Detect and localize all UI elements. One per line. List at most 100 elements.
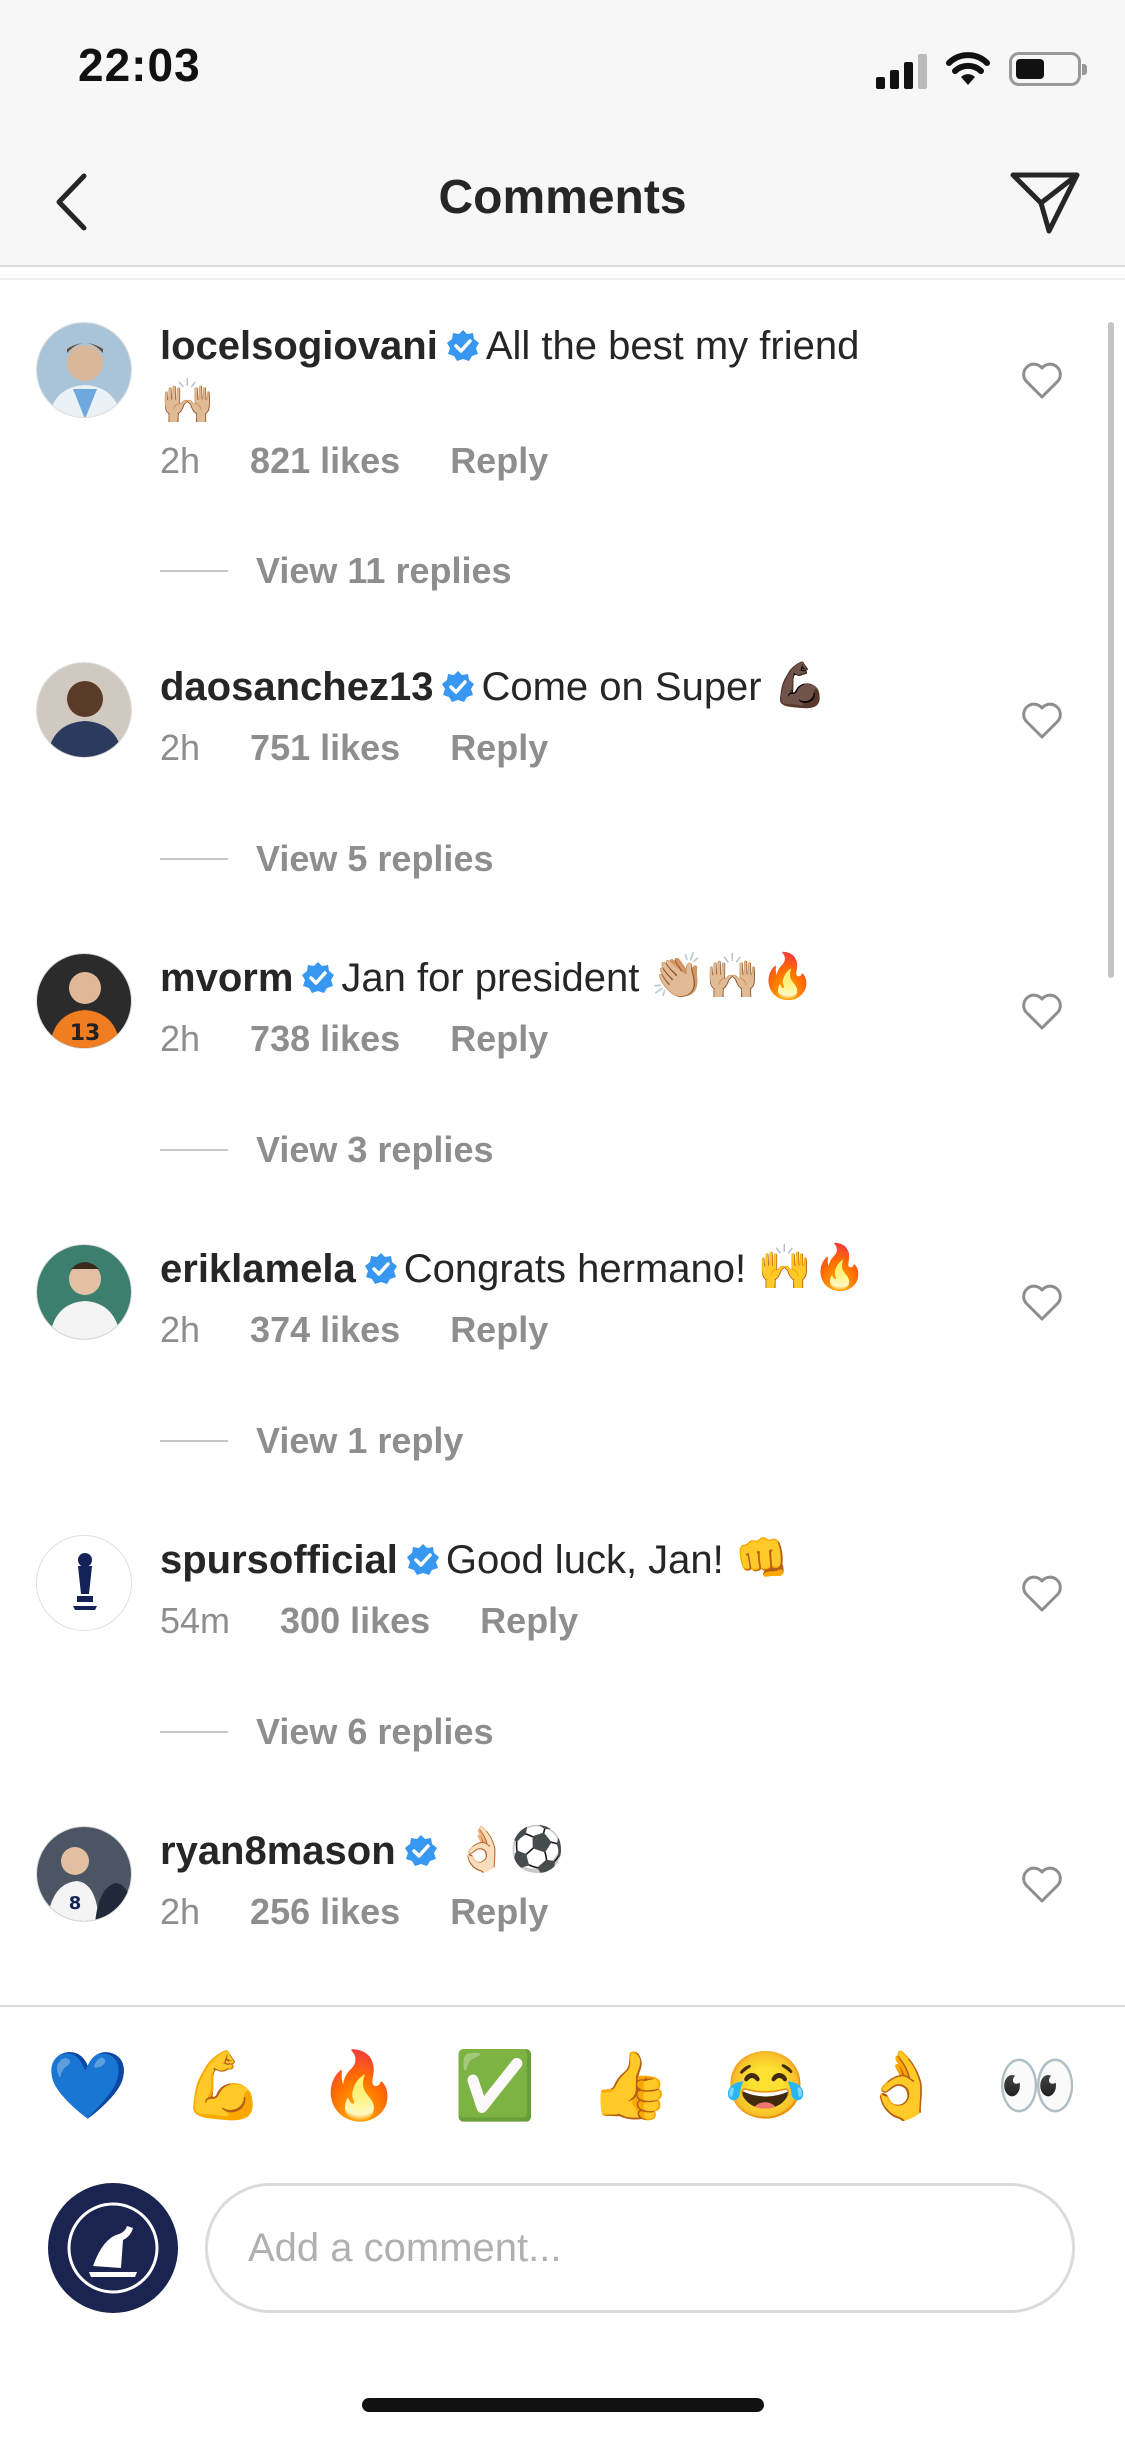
view-replies-button[interactable]: View 1 reply [160, 1420, 463, 1462]
replies-divider [160, 570, 228, 572]
comment-text: locelsogiovani All the best my friend 🙌🏼 [160, 318, 920, 431]
comment-emoji: 🙌🔥 [757, 1243, 867, 1292]
quick-emoji-blue-heart[interactable]: 💙 [43, 2047, 133, 2125]
comment-text: spursofficial Good luck, Jan! 👊 [160, 1531, 920, 1588]
page-title: Comments [438, 171, 687, 224]
quick-emoji-bar: 💙 💪 🔥 ✅ 👍 😂 👌 👀 [0, 2047, 1125, 2125]
view-replies-button[interactable]: View 3 replies [160, 1129, 493, 1171]
like-heart-icon[interactable] [1020, 1282, 1064, 1322]
comment-body: Come on Super [481, 665, 762, 709]
avatar[interactable] [36, 1535, 132, 1631]
reply-button[interactable]: Reply [450, 1891, 548, 1933]
status-bar: 22:03 [0, 0, 1125, 140]
comment-text: ryan8mason 👌🏻⚽ [160, 1822, 920, 1879]
share-button[interactable] [1003, 160, 1087, 244]
view-replies-button[interactable]: View 6 replies [160, 1711, 493, 1753]
comment-username[interactable]: spursofficial [160, 1538, 398, 1582]
comment-likes[interactable]: 738 likes [250, 1018, 400, 1060]
comment-time: 2h [160, 440, 201, 481]
comment-meta: 2h 821 likes Reply [160, 440, 548, 482]
comment-username[interactable]: mvorm [160, 956, 293, 1000]
reply-button[interactable]: Reply [450, 727, 548, 769]
replies-divider [160, 1440, 228, 1442]
view-replies-label: View 1 reply [256, 1420, 464, 1461]
replies-divider [160, 1149, 228, 1151]
comment-emoji: 👊 [734, 1534, 790, 1583]
avatar[interactable]: 8 [36, 1826, 132, 1922]
reply-button[interactable]: Reply [480, 1600, 578, 1642]
comment-item: spursofficial Good luck, Jan! 👊 54m 300 l… [0, 1493, 1125, 1793]
cellular-signal-icon [876, 49, 927, 89]
comment-item: eriklamela Congrats hermano! 🙌🔥 2h 374 li… [0, 1202, 1125, 1502]
quick-emoji-tears-of-joy[interactable]: 😂 [721, 2047, 811, 2125]
comment-body: Congrats hermano! [403, 1247, 747, 1291]
comment-meta: 2h 374 likes Reply [160, 1309, 548, 1351]
comments-list[interactable]: locelsogiovani All the best my friend 🙌🏼 2… [0, 280, 1125, 2005]
comment-meta: 2h 256 likes Reply [160, 1891, 548, 1933]
reply-button[interactable]: Reply [450, 440, 548, 482]
comment-emoji: 👌🏻⚽ [454, 1825, 565, 1874]
verified-badge-icon [442, 671, 475, 702]
like-heart-icon[interactable] [1020, 700, 1064, 740]
avatar[interactable] [36, 322, 132, 418]
verified-badge-icon [446, 330, 479, 361]
comment-text: daosanchez13 Come on Super 💪🏿 [160, 658, 920, 715]
scrollbar[interactable] [1108, 322, 1114, 978]
comment-item: 8 ryan8mason 👌🏻⚽ 2h 256 likes Reply [0, 1784, 1125, 2005]
comment-text: eriklamela Congrats hermano! 🙌🔥 [160, 1240, 920, 1297]
comment-meta: 54m 300 likes Reply [160, 1600, 578, 1642]
quick-emoji-thumbs-up[interactable]: 👍 [585, 2047, 675, 2125]
replies-divider [160, 1731, 228, 1733]
like-heart-icon[interactable] [1020, 1573, 1064, 1613]
comment-item: 13 mvorm Jan for president 👏🏼🙌🏼🔥 2h 738 l… [0, 911, 1125, 1211]
reply-button[interactable]: Reply [450, 1018, 548, 1060]
comment-username[interactable]: ryan8mason [160, 1829, 396, 1873]
quick-emoji-flexed-biceps[interactable]: 💪 [178, 2047, 268, 2125]
comment-text: mvorm Jan for president 👏🏼🙌🏼🔥 [160, 949, 920, 1006]
avatar[interactable] [36, 662, 132, 758]
verified-badge-icon [302, 962, 335, 993]
home-indicator[interactable] [362, 2398, 764, 2412]
nav-bar: Comments [0, 140, 1125, 267]
view-replies-button[interactable]: View 5 replies [160, 838, 493, 880]
like-heart-icon[interactable] [1020, 360, 1064, 400]
comment-composer-panel: 💙 💪 🔥 ✅ 👍 😂 👌 👀 [0, 2005, 1125, 2438]
quick-emoji-fire[interactable]: 🔥 [314, 2047, 404, 2125]
comment-body: Good luck, Jan! [445, 1538, 724, 1582]
comment-likes[interactable]: 256 likes [250, 1891, 400, 1933]
quick-emoji-ok-hand[interactable]: 👌 [857, 2047, 947, 2125]
view-replies-button[interactable]: View 11 replies [160, 550, 512, 592]
comment-username[interactable]: daosanchez13 [160, 665, 433, 709]
wifi-icon [946, 52, 990, 85]
svg-text:8: 8 [69, 1893, 82, 1914]
quick-emoji-eyes[interactable]: 👀 [992, 2047, 1082, 2125]
view-replies-label: View 3 replies [256, 1129, 494, 1170]
comment-input[interactable] [205, 2183, 1075, 2313]
comment-likes[interactable]: 751 likes [250, 727, 400, 769]
like-heart-icon[interactable] [1020, 991, 1064, 1031]
avatar[interactable] [36, 1244, 132, 1340]
comment-emoji: 👏🏼🙌🏼🔥 [650, 952, 815, 1001]
like-heart-icon[interactable] [1020, 1864, 1064, 1904]
comment-username[interactable]: locelsogiovani [160, 324, 438, 368]
comment-item: locelsogiovani All the best my friend 🙌🏼 2… [0, 280, 1125, 591]
comment-likes[interactable]: 821 likes [250, 440, 400, 482]
svg-text:13: 13 [70, 1021, 101, 1046]
comment-time: 2h [160, 727, 201, 768]
comment-likes[interactable]: 374 likes [250, 1309, 400, 1351]
verified-badge-icon [364, 1253, 397, 1284]
quick-emoji-check-mark[interactable]: ✅ [450, 2047, 540, 2125]
comment-username[interactable]: eriklamela [160, 1247, 356, 1291]
avatar[interactable]: 13 [36, 953, 132, 1049]
view-replies-label: View 11 replies [256, 550, 512, 591]
comment-likes[interactable]: 300 likes [280, 1600, 430, 1642]
view-replies-label: View 6 replies [256, 1711, 494, 1752]
comment-time: 2h [160, 1309, 201, 1350]
reply-button[interactable]: Reply [450, 1309, 548, 1351]
verified-badge-icon [406, 1544, 439, 1575]
spurs-web-logo [67, 2202, 159, 2294]
comment-body: All the best my friend [485, 324, 860, 368]
comment-time: 54m [160, 1600, 231, 1641]
comment-meta: 2h 738 likes Reply [160, 1018, 548, 1060]
replies-divider [160, 858, 228, 860]
